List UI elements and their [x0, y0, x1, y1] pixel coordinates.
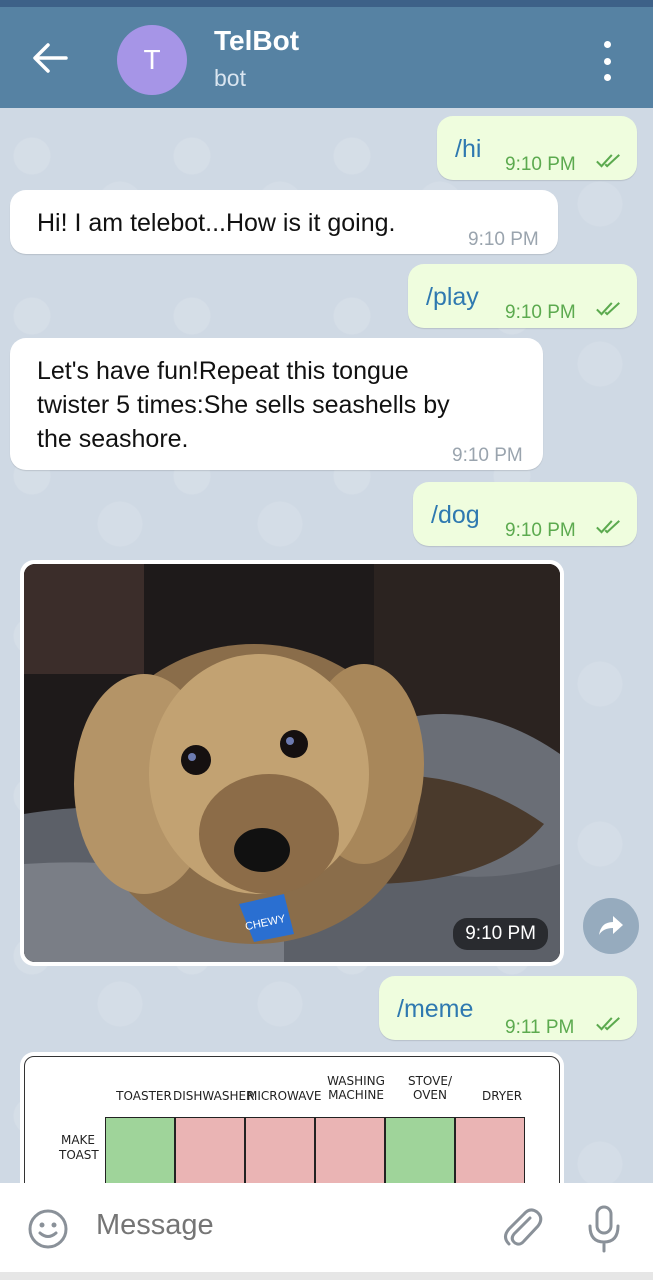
emoji-icon[interactable] [27, 1208, 69, 1250]
double-check-icon [596, 1017, 620, 1031]
message-outgoing[interactable]: /hi 9:10 PM [437, 116, 637, 180]
message-time: 9:10 PM [505, 154, 576, 175]
meme-cell [315, 1117, 385, 1183]
image-message[interactable]: TOASTER DISHWASHER MICROWAVE WASHING MAC… [20, 1052, 564, 1183]
dog-photo[interactable]: CHEWY 9:10 PM [24, 564, 560, 962]
mic-icon[interactable] [584, 1204, 624, 1254]
meme-cell [385, 1117, 455, 1183]
meme-row-label: MAKE TOAST [59, 1133, 99, 1162]
meme-cell [105, 1117, 175, 1183]
meme-col-label: DRYER [481, 1089, 523, 1103]
message-text: /dog [431, 501, 480, 529]
message-text-line: Let's have fun!Repeat this tongue [37, 357, 409, 385]
double-check-icon [596, 154, 620, 168]
photo-message[interactable]: CHEWY 9:10 PM [20, 560, 564, 966]
message-time: 9:11 PM [505, 1017, 575, 1038]
status-bar [0, 0, 653, 7]
message-text-line: twister 5 times:She sells seashells by [37, 391, 450, 419]
meme-cell [245, 1117, 315, 1183]
meme-col-label: MICROWAVE [247, 1089, 322, 1103]
message-input[interactable] [96, 1209, 476, 1242]
meme-cell [175, 1117, 245, 1183]
double-check-icon [596, 520, 620, 534]
message-text: /meme [397, 995, 474, 1023]
message-text-line: the seashore. [37, 425, 189, 453]
message-outgoing[interactable]: /play 9:10 PM [408, 264, 637, 328]
message-list[interactable]: /hi 9:10 PM Hi! I am telebot...How is it… [0, 108, 653, 1183]
message-time: 9:10 PM [452, 445, 523, 466]
chat-subtitle: bot [214, 65, 246, 91]
message-outgoing[interactable]: /meme 9:11 PM [379, 976, 637, 1040]
chat-title[interactable]: TelBot [214, 25, 299, 57]
message-text: Hi! I am telebot...How is it going. [37, 209, 396, 237]
attach-icon[interactable] [500, 1206, 544, 1252]
message-outgoing[interactable]: /dog 9:10 PM [413, 482, 637, 546]
nav-bar-strip [0, 1272, 653, 1280]
back-arrow-icon[interactable] [30, 40, 70, 76]
message-text: /play [426, 283, 479, 311]
forward-icon[interactable] [583, 898, 639, 954]
more-vert-icon[interactable] [592, 41, 622, 81]
message-time: 9:10 PM [505, 520, 576, 541]
meme-col-label: WASHING MACHINE [327, 1074, 385, 1102]
message-incoming[interactable]: Hi! I am telebot...How is it going. 9:10… [10, 190, 558, 254]
meme-col-label: TOASTER [116, 1089, 172, 1103]
chat-header: T TelBot bot [0, 7, 653, 108]
meme-cell [455, 1117, 525, 1183]
avatar[interactable]: T [117, 25, 187, 95]
message-text: /hi [455, 135, 482, 163]
meme-image[interactable]: TOASTER DISHWASHER MICROWAVE WASHING MAC… [24, 1056, 560, 1183]
message-time: 9:10 PM [505, 302, 576, 323]
message-time: 9:10 PM [468, 229, 539, 250]
message-input-bar [0, 1183, 653, 1272]
photo-time: 9:10 PM [453, 918, 548, 950]
message-incoming[interactable]: Let's have fun!Repeat this tongue twiste… [10, 338, 543, 470]
double-check-icon [596, 302, 620, 316]
meme-col-label: STOVE/ OVEN [407, 1074, 452, 1102]
meme-col-label: DISHWASHER [173, 1089, 255, 1103]
